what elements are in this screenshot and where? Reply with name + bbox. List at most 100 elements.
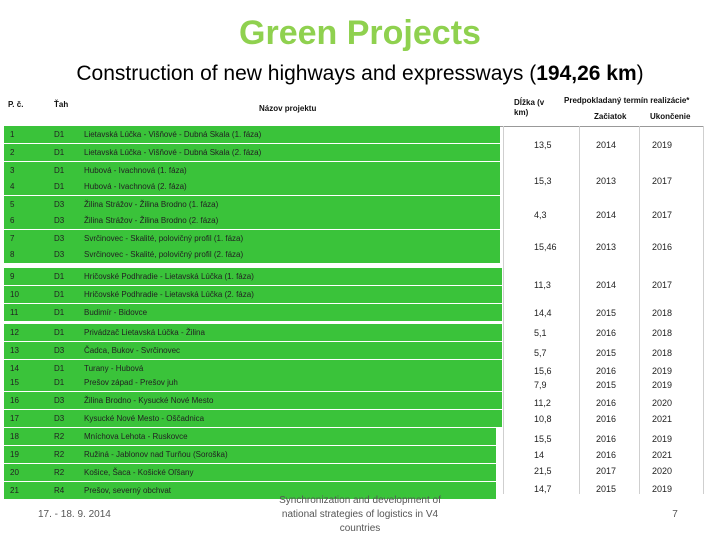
project-cell: 10 D1 Hričovské Podhradie - Lietavská Lúčk… xyxy=(4,286,502,303)
row-road: D3 xyxy=(54,396,65,405)
value-length: 4,3 xyxy=(534,210,547,220)
row-road: D1 xyxy=(54,364,65,373)
row-name: Žilina Strážov - Žilina Brodno (2. fáza) xyxy=(84,216,219,225)
project-cell: 5 D3 Žilina Strážov - Žilina Brodno (1. fá… xyxy=(4,196,500,213)
row-road: D3 xyxy=(54,250,65,259)
value-length: 11,3 xyxy=(534,280,551,290)
value-start: 2013 xyxy=(596,176,617,186)
value-length: 13,5 xyxy=(534,140,552,150)
value-start: 2016 xyxy=(596,328,617,338)
row-name: Hubová - Ivachnová (1. fáza) xyxy=(84,166,187,175)
value-length: 11,2 xyxy=(534,398,551,408)
footer-center-text: Synchronization and development of natio… xyxy=(279,495,441,534)
value-end: 2019 xyxy=(652,484,673,494)
row-road: D1 xyxy=(54,272,65,281)
row-no: 7 xyxy=(10,234,15,243)
value-end: 2019 xyxy=(652,380,673,390)
row-road: D1 xyxy=(54,308,65,317)
footer-date: 17. - 18. 9. 2014 xyxy=(38,509,111,520)
row-name: Privádzač Lietavská Lúčka - Žilina xyxy=(84,328,205,337)
grid-line xyxy=(639,126,640,494)
row-name: Prešov, severný obchvat xyxy=(84,486,172,495)
row-no: 8 xyxy=(10,250,15,259)
row-name: Mníchova Lehota - Ruskovce xyxy=(84,432,188,441)
row-road: R2 xyxy=(54,432,65,441)
value-end: 2021 xyxy=(652,450,673,460)
subtitle-suffix: ) xyxy=(636,62,644,85)
value-length: 7,9 xyxy=(534,380,547,390)
row-no: 17 xyxy=(10,414,19,423)
value-end: 2020 xyxy=(652,466,673,476)
value-end: 2020 xyxy=(652,398,673,408)
header-project-name: Názov projektu xyxy=(259,104,317,113)
row-road: D3 xyxy=(54,216,65,225)
subtitle-prefix: Construction of new highways and express… xyxy=(76,62,537,85)
row-no: 20 xyxy=(10,468,19,477)
value-start: 2016 xyxy=(596,366,617,376)
value-end: 2017 xyxy=(652,210,673,220)
value-end: 2017 xyxy=(652,280,673,290)
value-start: 2015 xyxy=(596,380,617,390)
value-length: 15,3 xyxy=(534,176,552,186)
header-term: Predpokladaný termín realizácie* xyxy=(564,96,690,105)
row-name: Ružiná - Jablonov nad Turňou (Soroška) xyxy=(84,450,228,459)
row-no: 4 xyxy=(10,182,15,191)
row-name: Žilina Strážov - Žilina Brodno (1. fáza) xyxy=(84,200,219,209)
subtitle-total-length: 194,26 km xyxy=(536,62,637,85)
project-cell: 7 D3 Svrčinovec - Skalité, polovičný profi… xyxy=(4,230,500,247)
value-length: 14,7 xyxy=(534,484,552,494)
row-no: 5 xyxy=(10,200,15,209)
row-name: Budimír - Bidovce xyxy=(84,308,148,317)
value-length: 14 xyxy=(534,450,545,460)
projects-table: P. č. Ťah Názov projektu Dĺžka (v km) Pr… xyxy=(4,92,704,499)
value-length: 15,46 xyxy=(534,242,557,252)
row-road: D1 xyxy=(54,328,65,337)
project-cell: 8 D3 Svrčinovec - Skalité, polovičný profi… xyxy=(4,246,500,263)
value-length: 15,6 xyxy=(534,366,552,376)
row-no: 2 xyxy=(10,148,15,157)
row-no: 15 xyxy=(10,378,19,387)
value-start: 2016 xyxy=(596,398,617,408)
row-no: 16 xyxy=(10,396,19,405)
project-cell: 13 D3 Čadca, Bukov - Svrčinovec xyxy=(4,342,502,359)
value-length: 5,7 xyxy=(534,348,547,358)
row-road: R2 xyxy=(54,450,65,459)
value-length: 5,1 xyxy=(534,328,547,338)
value-end: 2018 xyxy=(652,348,673,358)
row-name: Lietavská Lúčka - Višňové - Dubná Skala … xyxy=(84,148,262,157)
header-road: Ťah xyxy=(54,100,69,109)
value-end: 2019 xyxy=(652,434,673,444)
row-name: Hričovské Podhradie - Lietavská Lúčka (1… xyxy=(84,272,254,281)
header-number: P. č. xyxy=(8,100,24,109)
row-name: Svrčinovec - Skalité, polovičný profil (… xyxy=(84,234,244,243)
row-name: Hričovské Podhradie - Lietavská Lúčka (2… xyxy=(84,290,254,299)
row-name: Turany - Hubová xyxy=(84,364,144,373)
row-no: 6 xyxy=(10,216,15,225)
row-road: R4 xyxy=(54,486,65,495)
value-start: 2015 xyxy=(596,308,617,318)
value-start: 2016 xyxy=(596,450,617,460)
value-end: 2019 xyxy=(652,140,673,150)
header-start: Začiatok xyxy=(594,112,627,121)
row-no: 11 xyxy=(10,308,19,317)
row-road: D3 xyxy=(54,234,65,243)
table-header: P. č. Ťah Názov projektu Dĺžka (v km) Pr… xyxy=(4,92,704,127)
slide-subtitle: Construction of new highways and express… xyxy=(0,62,720,86)
grid-line xyxy=(503,126,504,494)
row-name: Svrčinovec - Skalité, polovičný profil (… xyxy=(84,250,244,259)
value-start: 2016 xyxy=(596,414,617,424)
row-no: 12 xyxy=(10,328,19,337)
project-cell: 2 D1 Lietavská Lúčka - Višňové - Dubná Ska… xyxy=(4,144,500,161)
row-road: D3 xyxy=(54,414,65,423)
project-cell: 4 D1 Hubová - Ivachnová (2. fáza) xyxy=(4,178,500,195)
value-end: 2018 xyxy=(652,328,673,338)
value-length: 21,5 xyxy=(534,466,552,476)
row-name: Žilina Brodno - Kysucké Nové Mesto xyxy=(84,396,214,405)
project-cell: 18 R2 Mníchova Lehota - Ruskovce xyxy=(4,428,496,445)
value-start: 2014 xyxy=(596,140,617,150)
row-no: 19 xyxy=(10,450,19,459)
value-start: 2015 xyxy=(596,484,617,494)
value-length: 15,5 xyxy=(534,434,552,444)
project-cell: 15 D1 Prešov západ - Prešov juh xyxy=(4,374,502,391)
row-road: R2 xyxy=(54,468,65,477)
